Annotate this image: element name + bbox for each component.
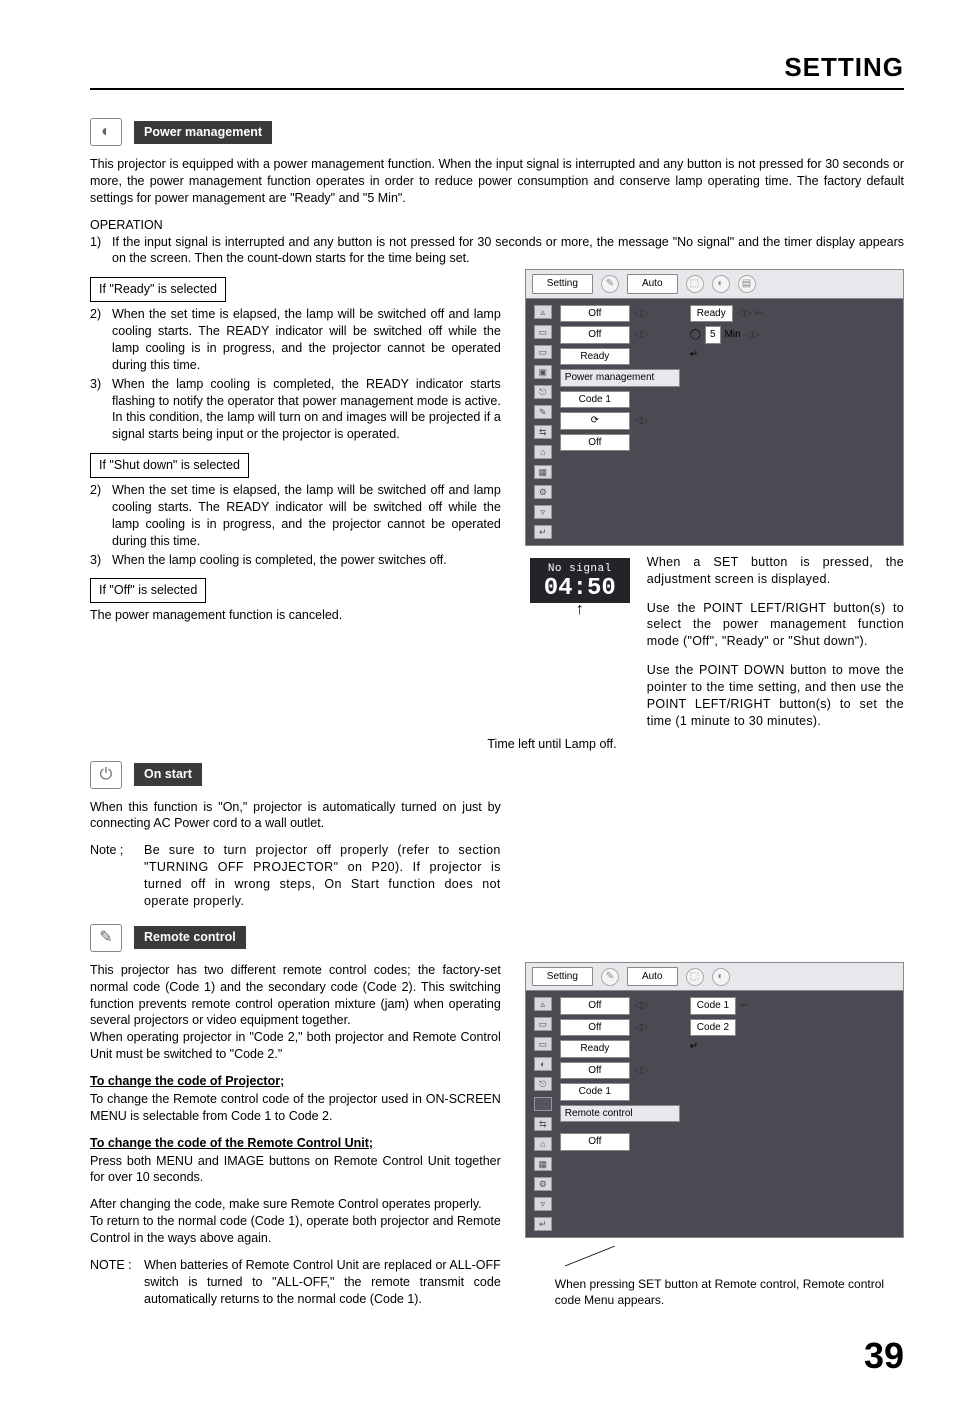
page-header: SETTING (90, 50, 904, 90)
rc-p3: Press both MENU and IMAGE buttons on Rem… (90, 1153, 501, 1187)
rc-h1: To change the code of Projector; (90, 1073, 501, 1090)
menu-icon: ▭ (534, 325, 552, 339)
shut-step-3: 3) When the lamp cooling is completed, t… (90, 552, 501, 569)
rc-note: NOTE : When batteries of Remote Control … (90, 1257, 501, 1308)
menu-icon: ⌂ (534, 445, 552, 459)
menu-icon: ▣ (534, 365, 552, 379)
menu-icon: ▦ (534, 465, 552, 479)
scroll-up-icon: ▵ (534, 997, 552, 1011)
section-on-start: ⏻ On start (90, 761, 904, 789)
left-right-icon: ◁▷ (634, 328, 649, 342)
pointer-line-icon (525, 1246, 904, 1266)
osd-icon: ▤ (738, 275, 756, 293)
pointer-arrow-icon: ↑ (525, 605, 635, 615)
osd-submenu: Ready◁▷ ⇐ ◯5Min◁▷ ↵ (690, 305, 763, 539)
osd-icon: ⬚ (686, 968, 704, 986)
off-selected-box: If "Off" is selected (90, 578, 206, 603)
menu-icon: ⎋ (534, 385, 552, 399)
rc-h2: To change the code of the Remote Control… (90, 1135, 501, 1152)
osd-setting-panel-2: Setting ✎ Auto ⬚ ◐ ▵ ▭ ▭ ◐ ⎋ ✎ ⇆ ⌂ ▦ ⚙ (525, 962, 904, 1239)
exit-icon: ↵ (690, 348, 698, 362)
off-text: The power management function is cancele… (90, 607, 501, 624)
osd2-caption: When pressing SET button at Remote contr… (555, 1277, 904, 1308)
note-point-lr: Use the POINT LEFT/RIGHT button(s) to se… (647, 600, 904, 651)
menu-icon: ▭ (534, 345, 552, 359)
on-start-icon: ⏻ (90, 761, 122, 789)
left-right-icon: ◁▷ (634, 414, 649, 428)
onstart-text: When this function is "On," projector is… (90, 799, 501, 833)
osd-icon: ✎ (601, 968, 619, 986)
remote-control-label: Remote control (134, 926, 246, 949)
rc-p4: After changing the code, make sure Remot… (90, 1196, 501, 1213)
scroll-up-icon: ▵ (534, 305, 552, 319)
section-remote-control: ✎ Remote control (90, 924, 904, 952)
remote-control-icon: ✎ (90, 924, 122, 952)
remote-highlighted-icon: ✎ (534, 1097, 552, 1111)
osd-code-submenu: Code 1⇐ Code 2 ↵ (690, 997, 749, 1231)
rc-p4b: To return to the normal code (Code 1), o… (90, 1213, 501, 1247)
pm-intro: This projector is equipped with a power … (90, 156, 904, 207)
exit-icon: ↵ (690, 1040, 698, 1054)
power-management-icon: ◐ (90, 118, 122, 146)
osd-left-icons: ▵ ▭ ▭ ◐ ⎋ ✎ ⇆ ⌂ ▦ ⚙ ▿ ↵ (532, 997, 554, 1231)
page-title: SETTING (90, 50, 904, 85)
onstart-note: Note ; Be sure to turn projector off pro… (90, 842, 501, 910)
menu-icon: ⇆ (534, 425, 552, 439)
menu-icon: ✎ (534, 405, 552, 419)
no-signal-display: No signal 04:50 (530, 558, 630, 603)
ready-selected-box: If "Ready" is selected (90, 277, 226, 302)
rc-p1b: When operating projector in "Code 2," bo… (90, 1029, 501, 1063)
note-point-down: Use the POINT DOWN button to move the po… (647, 662, 904, 730)
left-right-icon: ◁▷ (634, 307, 649, 321)
osd-tab-setting: Setting (532, 274, 593, 294)
operation-title: OPERATION (90, 217, 904, 234)
power-management-label: Power management (134, 121, 272, 144)
osd-icon: ⬚ (686, 275, 704, 293)
exit-icon: ↵ (534, 525, 552, 539)
scroll-down-icon: ▿ (534, 505, 552, 519)
osd-tab-auto: Auto (627, 274, 678, 294)
shutdown-selected-box: If "Shut down" is selected (90, 453, 249, 478)
osd-tab-setting: Setting (532, 967, 593, 987)
rc-p2: To change the Remote control code of the… (90, 1091, 501, 1125)
page-number: 39 (90, 1332, 904, 1381)
osd-icon: ◐ (712, 275, 730, 293)
menu-icon: ⚙ (534, 485, 552, 499)
rc-p1: This projector has two different remote … (90, 962, 501, 1030)
shut-step-2: 2) When the set time is elapsed, the lam… (90, 482, 501, 550)
osd-tab-auto: Auto (627, 967, 678, 987)
osd-values: Off◁▷ Off◁▷ Ready Off◁▷ Code 1 Remote co… (560, 997, 680, 1231)
osd-icon: ◐ (712, 968, 730, 986)
scroll-down-icon: ▿ (534, 1197, 552, 1211)
exit-icon: ↵ (534, 1217, 552, 1231)
note-set-button: When a SET button is pressed, the adjust… (647, 554, 904, 588)
osd-values: Off◁▷ Off◁▷ Ready Power management Code … (560, 305, 680, 539)
section-power-management: ◐ Power management (90, 118, 904, 146)
ready-step-2: 2) When the set time is elapsed, the lam… (90, 306, 501, 374)
osd-left-icons: ▵ ▭ ▭ ▣ ⎋ ✎ ⇆ ⌂ ▦ ⚙ ▿ ↵ (532, 305, 554, 539)
on-start-label: On start (134, 763, 202, 786)
osd-icon: ✎ (601, 275, 619, 293)
op-step-1: 1) If the input signal is interrupted an… (90, 234, 904, 268)
ready-step-3: 3) When the lamp cooling is completed, t… (90, 376, 501, 444)
osd-setting-panel-1: Setting ✎ Auto ⬚ ◐ ▤ ▵ ▭ ▭ ▣ ⎋ ✎ ⇆ ⌂ ▦ (525, 269, 904, 546)
